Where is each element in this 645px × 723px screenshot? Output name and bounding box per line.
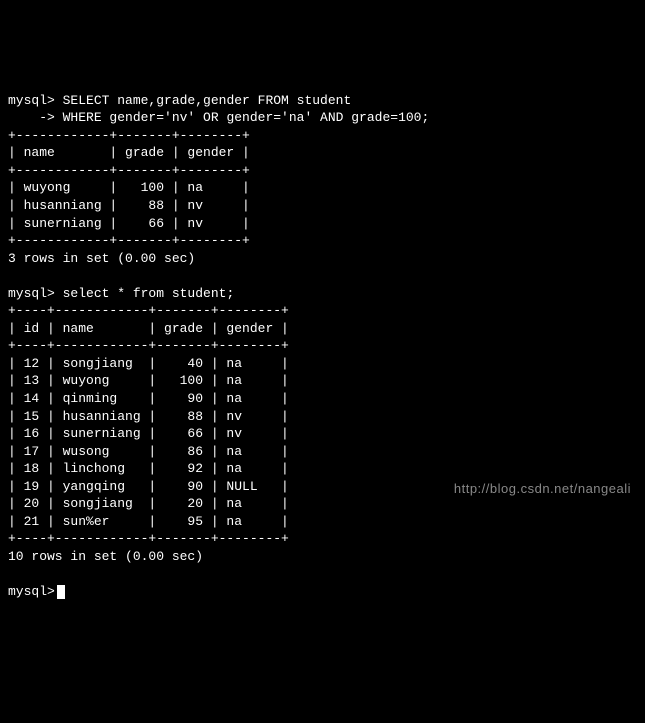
result-footer: 3 rows in set (0.00 sec) bbox=[8, 251, 195, 266]
table-row: | 18 | linchong | 92 | na | bbox=[8, 461, 289, 476]
table-row: | 15 | husanniang | 88 | nv | bbox=[8, 409, 289, 424]
terminal-output: mysql> SELECT name,grade,gender FROM stu… bbox=[8, 74, 637, 600]
table-row: | 20 | songjiang | 20 | na | bbox=[8, 496, 289, 511]
query-text: WHERE gender='nv' OR gender='na' AND gra… bbox=[55, 110, 429, 125]
table-border: +----+------------+-------+--------+ bbox=[8, 338, 289, 353]
table-border: +------------+-------+--------+ bbox=[8, 163, 250, 178]
table-header: | id | name | grade | gender | bbox=[8, 321, 289, 336]
table-row: | 14 | qinming | 90 | na | bbox=[8, 391, 289, 406]
continuation-prompt: -> bbox=[8, 110, 55, 125]
watermark-text: http://blog.csdn.net/nangeali bbox=[454, 480, 631, 498]
query-text: select * from student; bbox=[55, 286, 234, 301]
table-row: | 16 | sunerniang | 66 | nv | bbox=[8, 426, 289, 441]
mysql-prompt: mysql> bbox=[8, 286, 55, 301]
table-row: | sunerniang | 66 | nv | bbox=[8, 216, 250, 231]
table-border: +----+------------+-------+--------+ bbox=[8, 303, 289, 318]
mysql-prompt: mysql> bbox=[8, 93, 55, 108]
cursor-icon bbox=[57, 585, 65, 599]
table-border: +------------+-------+--------+ bbox=[8, 233, 250, 248]
table-border: +----+------------+-------+--------+ bbox=[8, 531, 289, 546]
query-text: SELECT name,grade,gender FROM student bbox=[55, 93, 351, 108]
table-row: | husanniang | 88 | nv | bbox=[8, 198, 250, 213]
table-header: | name | grade | gender | bbox=[8, 145, 250, 160]
table-border: +------------+-------+--------+ bbox=[8, 128, 250, 143]
mysql-prompt[interactable]: mysql> bbox=[8, 584, 55, 599]
table-row: | 12 | songjiang | 40 | na | bbox=[8, 356, 289, 371]
table-row: | 17 | wusong | 86 | na | bbox=[8, 444, 289, 459]
result-footer: 10 rows in set (0.00 sec) bbox=[8, 549, 203, 564]
table-row: | 21 | sun%er | 95 | na | bbox=[8, 514, 289, 529]
table-row: | 13 | wuyong | 100 | na | bbox=[8, 373, 289, 388]
table-row: | 19 | yangqing | 90 | NULL | bbox=[8, 479, 289, 494]
table-row: | wuyong | 100 | na | bbox=[8, 180, 250, 195]
